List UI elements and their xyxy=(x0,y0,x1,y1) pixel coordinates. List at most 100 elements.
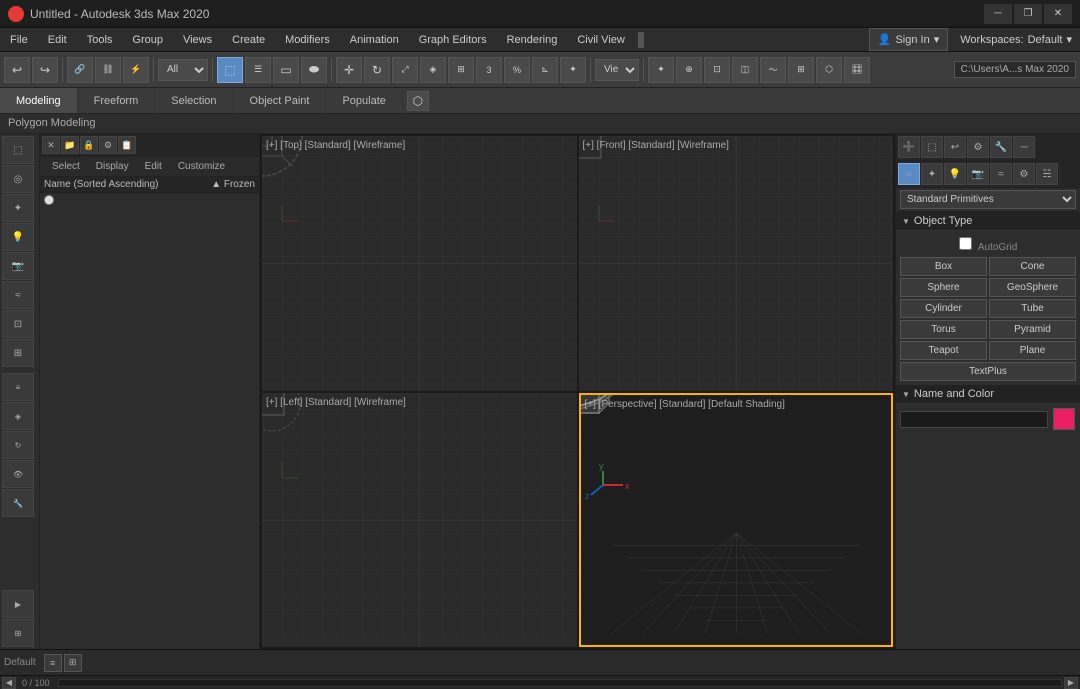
layer-icon2-btn[interactable]: ⊞ xyxy=(64,654,82,672)
viewport-perspective[interactable]: x y z [+] [Perspective] [Standard] [Defa… xyxy=(579,393,894,648)
material-editor-button[interactable]: ⬡ xyxy=(816,57,842,83)
rp-utilities-icon[interactable]: ─ xyxy=(1013,136,1035,158)
rp-helpers-icon[interactable]: ≈ xyxy=(990,163,1012,185)
scene-folder-btn[interactable]: 📁 xyxy=(61,136,79,154)
menu-views[interactable]: Views xyxy=(173,28,222,51)
scene-tab-edit[interactable]: Edit xyxy=(137,159,170,174)
move-button[interactable]: ✛ xyxy=(336,57,362,83)
snap3d-button[interactable]: 3 xyxy=(476,57,502,83)
viewport-front[interactable]: [+] [Front] [Standard] [Wireframe] xyxy=(579,136,894,391)
viewport-top[interactable]: [+] [Top] [Standard] [Wireframe] xyxy=(262,136,577,391)
scale-button[interactable]: ⤢ xyxy=(392,57,418,83)
menu-civil-view[interactable]: Civil View xyxy=(567,28,634,51)
rp-teapot-btn[interactable]: Teapot xyxy=(900,341,987,360)
rp-torus-btn[interactable]: Torus xyxy=(900,320,987,339)
left-hier-btn[interactable]: ◈ xyxy=(2,402,34,430)
layer-icon1-btn[interactable]: ≡ xyxy=(44,654,62,672)
scene-tab-select[interactable]: Select xyxy=(44,159,88,174)
rp-box-btn[interactable]: Box xyxy=(900,257,987,276)
menu-edit[interactable]: Edit xyxy=(38,28,77,51)
rect-select-button[interactable]: ▭ xyxy=(273,57,299,83)
view-dropdown[interactable]: View xyxy=(595,59,639,81)
snap-angle-button[interactable]: ⊾ xyxy=(532,57,558,83)
scroll-right-btn[interactable]: ▶ xyxy=(1064,677,1078,689)
minimize-button[interactable]: ─ xyxy=(984,4,1012,24)
left-motion-btn[interactable]: ↻ xyxy=(2,431,34,459)
left-play-btn[interactable]: ▶ xyxy=(2,590,34,618)
rp-create-icon[interactable]: ➕ xyxy=(898,136,920,158)
select-by-name-button[interactable]: ☰ xyxy=(245,57,271,83)
tab-modeling[interactable]: Modeling xyxy=(0,88,78,113)
left-modify-btn[interactable]: ≡ xyxy=(2,373,34,401)
rp-tube-btn[interactable]: Tube xyxy=(989,299,1076,318)
lasso-select-button[interactable]: ⬬ xyxy=(301,57,327,83)
menu-create[interactable]: Create xyxy=(222,28,275,51)
mirror-button[interactable]: ⊕ xyxy=(676,57,702,83)
rp-pyramid-btn[interactable]: Pyramid xyxy=(989,320,1076,339)
rp-object-type-header[interactable]: ▼ Object Type xyxy=(896,212,1080,231)
left-space-btn[interactable]: ⊡ xyxy=(2,310,34,338)
restore-button[interactable]: ❐ xyxy=(1014,4,1042,24)
left-camera-btn[interactable]: 📷 xyxy=(2,252,34,280)
rp-sphere-btn[interactable]: Sphere xyxy=(900,278,987,297)
tab-freeform[interactable]: Freeform xyxy=(78,88,156,113)
render-setup-button[interactable]: 🎛 xyxy=(844,57,870,83)
menu-graph-editors[interactable]: Graph Editors xyxy=(409,28,497,51)
viewport-front-label[interactable]: [+] [Front] [Standard] [Wireframe] xyxy=(583,140,729,151)
scene-tab-display[interactable]: Display xyxy=(88,159,137,174)
scene-object-item[interactable] xyxy=(40,193,259,207)
rotate-button[interactable]: ↻ xyxy=(364,57,390,83)
rp-systems-icon[interactable]: ☵ xyxy=(1036,163,1058,185)
viewport-left-label[interactable]: [+] [Left] [Standard] [Wireframe] xyxy=(266,397,406,408)
align-button[interactable]: ⊡ xyxy=(704,57,730,83)
rp-name-input[interactable] xyxy=(900,411,1048,428)
menu-rendering[interactable]: Rendering xyxy=(497,28,568,51)
rp-motion-icon[interactable]: ⚙ xyxy=(967,136,989,158)
rp-autogrid-check[interactable] xyxy=(959,237,972,250)
undo-button[interactable]: ↩ xyxy=(4,57,30,83)
rp-geosphere-btn[interactable]: GeoSphere xyxy=(989,278,1076,297)
snap-spinner-button[interactable]: ✦ xyxy=(560,57,586,83)
sign-in-button[interactable]: 👤 Sign In ▾ xyxy=(869,28,948,51)
rp-geometry-icon[interactable]: ○ xyxy=(898,163,920,185)
tab-selection[interactable]: Selection xyxy=(155,88,233,113)
extra-tab-button[interactable]: ⬡ xyxy=(407,91,429,111)
rp-name-color-header[interactable]: ▼ Name and Color xyxy=(896,385,1080,404)
rp-category-select[interactable]: Standard PrimitivesExtended PrimitivesCo… xyxy=(900,190,1076,209)
viewport-perspective-label[interactable]: [+] [Perspective] [Standard] [Default Sh… xyxy=(585,399,785,410)
left-light-btn[interactable]: 💡 xyxy=(2,223,34,251)
rp-plane-btn[interactable]: Plane xyxy=(989,341,1076,360)
scene-copy-btn[interactable]: 📋 xyxy=(118,136,136,154)
curve-editor-button[interactable]: 〜 xyxy=(760,57,786,83)
rp-color-swatch[interactable] xyxy=(1053,408,1075,430)
menu-group[interactable]: Group xyxy=(122,28,173,51)
link-button[interactable]: 🔗 xyxy=(67,57,93,83)
rp-textplus-btn[interactable]: TextPlus xyxy=(900,362,1076,381)
menu-modifiers[interactable]: Modifiers xyxy=(275,28,340,51)
left-geometry-btn[interactable]: ◎ xyxy=(2,165,34,193)
select-button[interactable]: ⬚ xyxy=(217,57,243,83)
rp-modify-icon[interactable]: ⬚ xyxy=(921,136,943,158)
rp-lights-icon[interactable]: 💡 xyxy=(944,163,966,185)
rp-display-icon[interactable]: 🔧 xyxy=(990,136,1012,158)
filter-dropdown[interactable]: All xyxy=(158,59,208,81)
close-button[interactable]: ✕ xyxy=(1044,4,1072,24)
scene-tab-customize[interactable]: Customize xyxy=(170,159,233,174)
scale2-button[interactable]: ◈ xyxy=(420,57,446,83)
menu-tools[interactable]: Tools xyxy=(77,28,123,51)
ref-button[interactable]: ⊞ xyxy=(448,57,474,83)
menu-animation[interactable]: Animation xyxy=(340,28,409,51)
unlink-button[interactable]: ⛓ xyxy=(95,57,121,83)
rp-shapes-icon[interactable]: ✦ xyxy=(921,163,943,185)
scene-settings-btn[interactable]: ⚙ xyxy=(99,136,117,154)
scroll-track[interactable] xyxy=(58,679,1062,687)
snap-toggle-button[interactable]: % xyxy=(504,57,530,83)
named-sel-button[interactable]: ✦ xyxy=(648,57,674,83)
rp-cone-btn[interactable]: Cone xyxy=(989,257,1076,276)
left-utility-btn[interactable]: 🔧 xyxy=(2,489,34,517)
rp-hierarchy-icon[interactable]: ↩ xyxy=(944,136,966,158)
rp-cylinder-btn[interactable]: Cylinder xyxy=(900,299,987,318)
left-display-btn[interactable]: 👁 xyxy=(2,460,34,488)
scene-lock-btn[interactable]: 🔒 xyxy=(80,136,98,154)
rp-spacewarps-icon[interactable]: ⚙ xyxy=(1013,163,1035,185)
